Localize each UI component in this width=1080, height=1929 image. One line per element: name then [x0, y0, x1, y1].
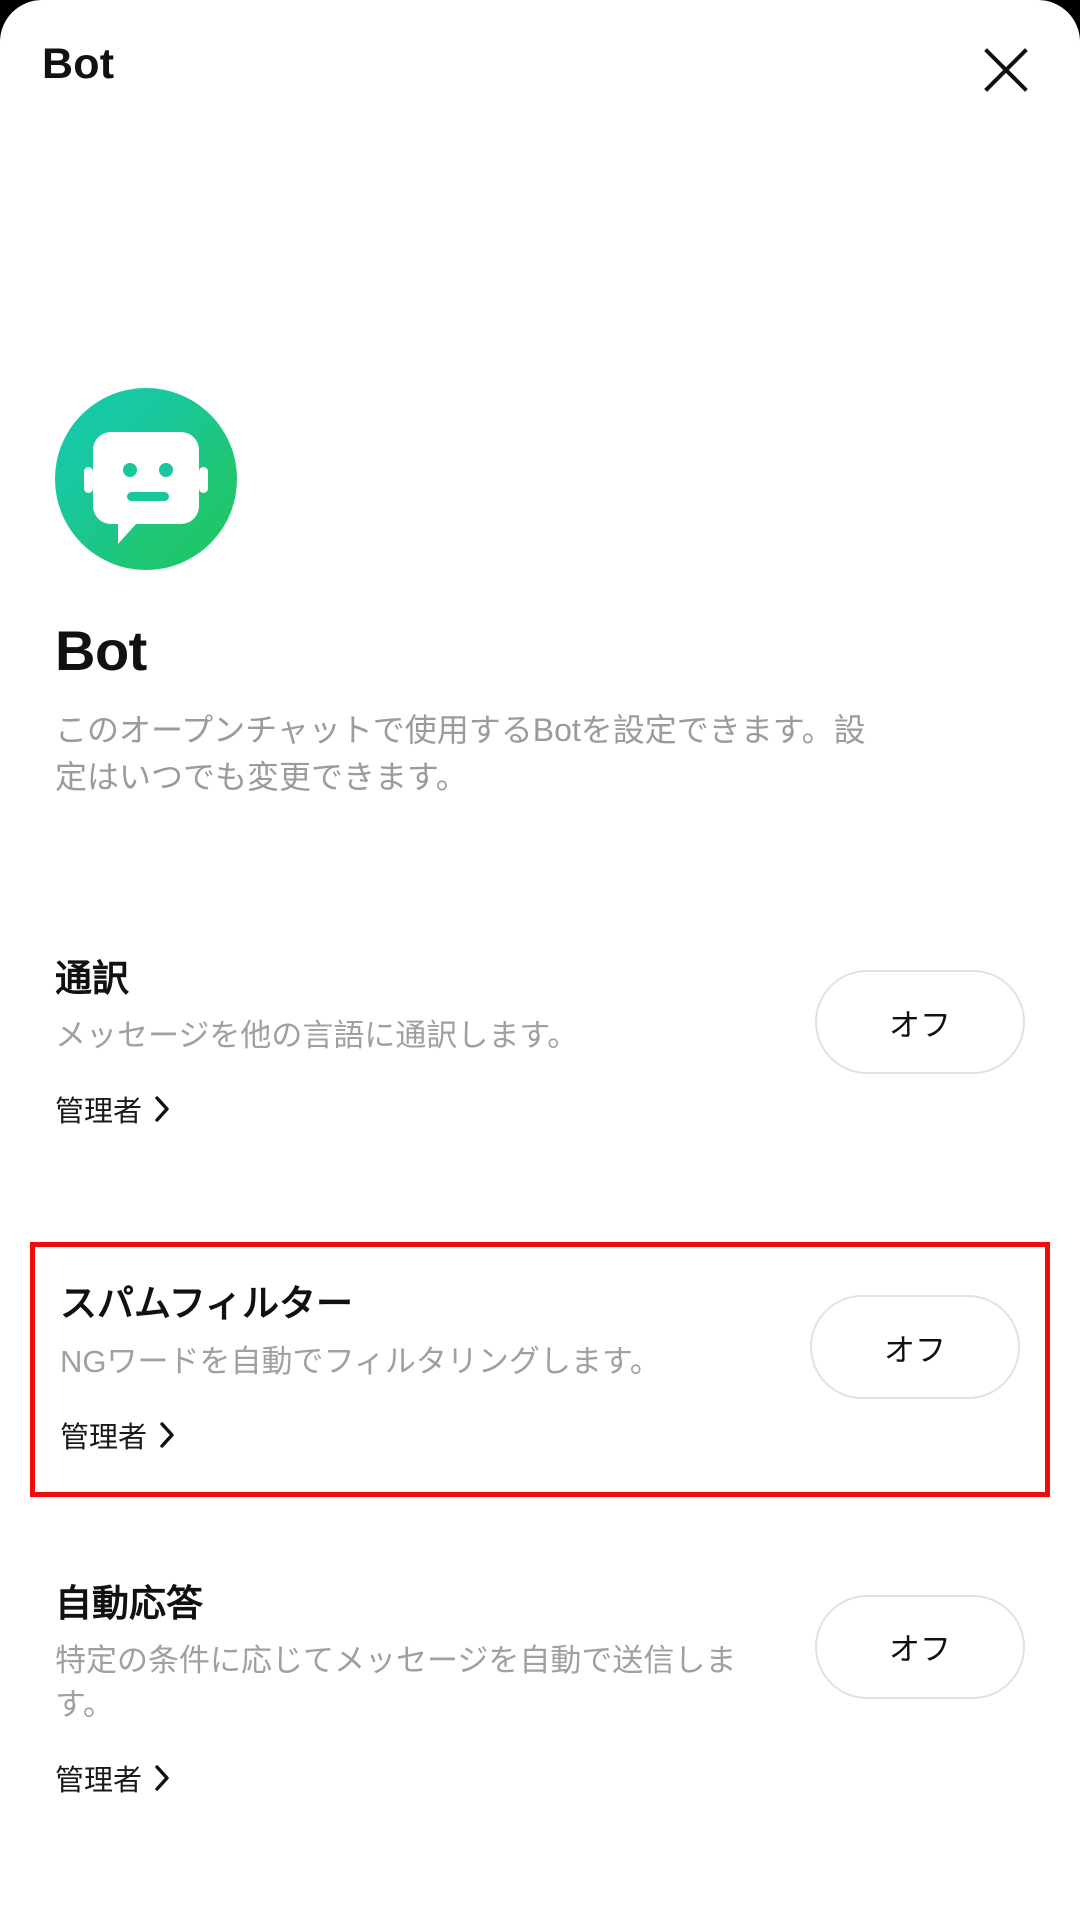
- admin-link[interactable]: 管理者: [60, 1414, 175, 1456]
- setting-title: 通訳: [55, 958, 129, 999]
- close-button[interactable]: [960, 24, 1052, 116]
- hero-section: Bot このオープンチャットで使用するBotを設定できます。設定はいつでも変更で…: [0, 388, 1080, 800]
- sheet-header: Bot: [0, 0, 1080, 140]
- setting-title: スパムフィルター: [60, 1283, 354, 1325]
- admin-link-label: 管理者: [60, 1421, 148, 1454]
- setting-row-auto-reply[interactable]: 自動応答 特定の条件に応じてメッセージを自動で送信します。 管理者 オフ: [0, 1577, 1080, 1799]
- bot-settings-list: 通訳 メッセージを他の言語に通訳します。 管理者 オフ スパムフィルター NGワ…: [0, 952, 1080, 1799]
- bot-title: Bot: [55, 619, 147, 682]
- page-title: Bot: [42, 40, 115, 88]
- setting-row-spam-filter[interactable]: スパムフィルター NGワードを自動でフィルタリングします。 管理者 オフ: [30, 1242, 1050, 1497]
- setting-title: 自動応答: [55, 1582, 203, 1624]
- admin-link-label: 管理者: [55, 1096, 143, 1129]
- row-spacer: [0, 1497, 1080, 1577]
- setting-toggle-button[interactable]: オフ: [810, 1295, 1020, 1400]
- admin-link[interactable]: 管理者: [55, 1088, 170, 1130]
- bot-description: このオープンチャットで使用するBotを設定できます。設定はいつでも変更できます。: [55, 711, 866, 795]
- setting-description: メッセージを他の言語に通訳します。: [55, 1018, 579, 1054]
- bot-settings-sheet: Bot Bot このオープンチャットで使用するBotを設定できます。設定はいつで…: [0, 0, 1080, 1929]
- chevron-right-icon: [154, 1096, 170, 1122]
- bot-avatar: [55, 388, 237, 570]
- setting-description: 特定の条件に応じてメッセージを自動で送信します。: [55, 1642, 737, 1722]
- row-spacer: [0, 1130, 1080, 1242]
- setting-toggle-button[interactable]: オフ: [815, 970, 1025, 1074]
- setting-toggle-button[interactable]: オフ: [815, 1594, 1025, 1699]
- setting-description: NGワードを自動でフィルタリングします。: [60, 1343, 661, 1379]
- chevron-right-icon: [159, 1421, 175, 1448]
- admin-link-label: 管理者: [55, 1764, 143, 1797]
- chevron-right-icon: [154, 1765, 170, 1791]
- admin-link[interactable]: 管理者: [55, 1757, 170, 1799]
- close-icon: [982, 46, 1030, 94]
- setting-row-interpretation[interactable]: 通訳 メッセージを他の言語に通訳します。 管理者 オフ: [0, 952, 1080, 1130]
